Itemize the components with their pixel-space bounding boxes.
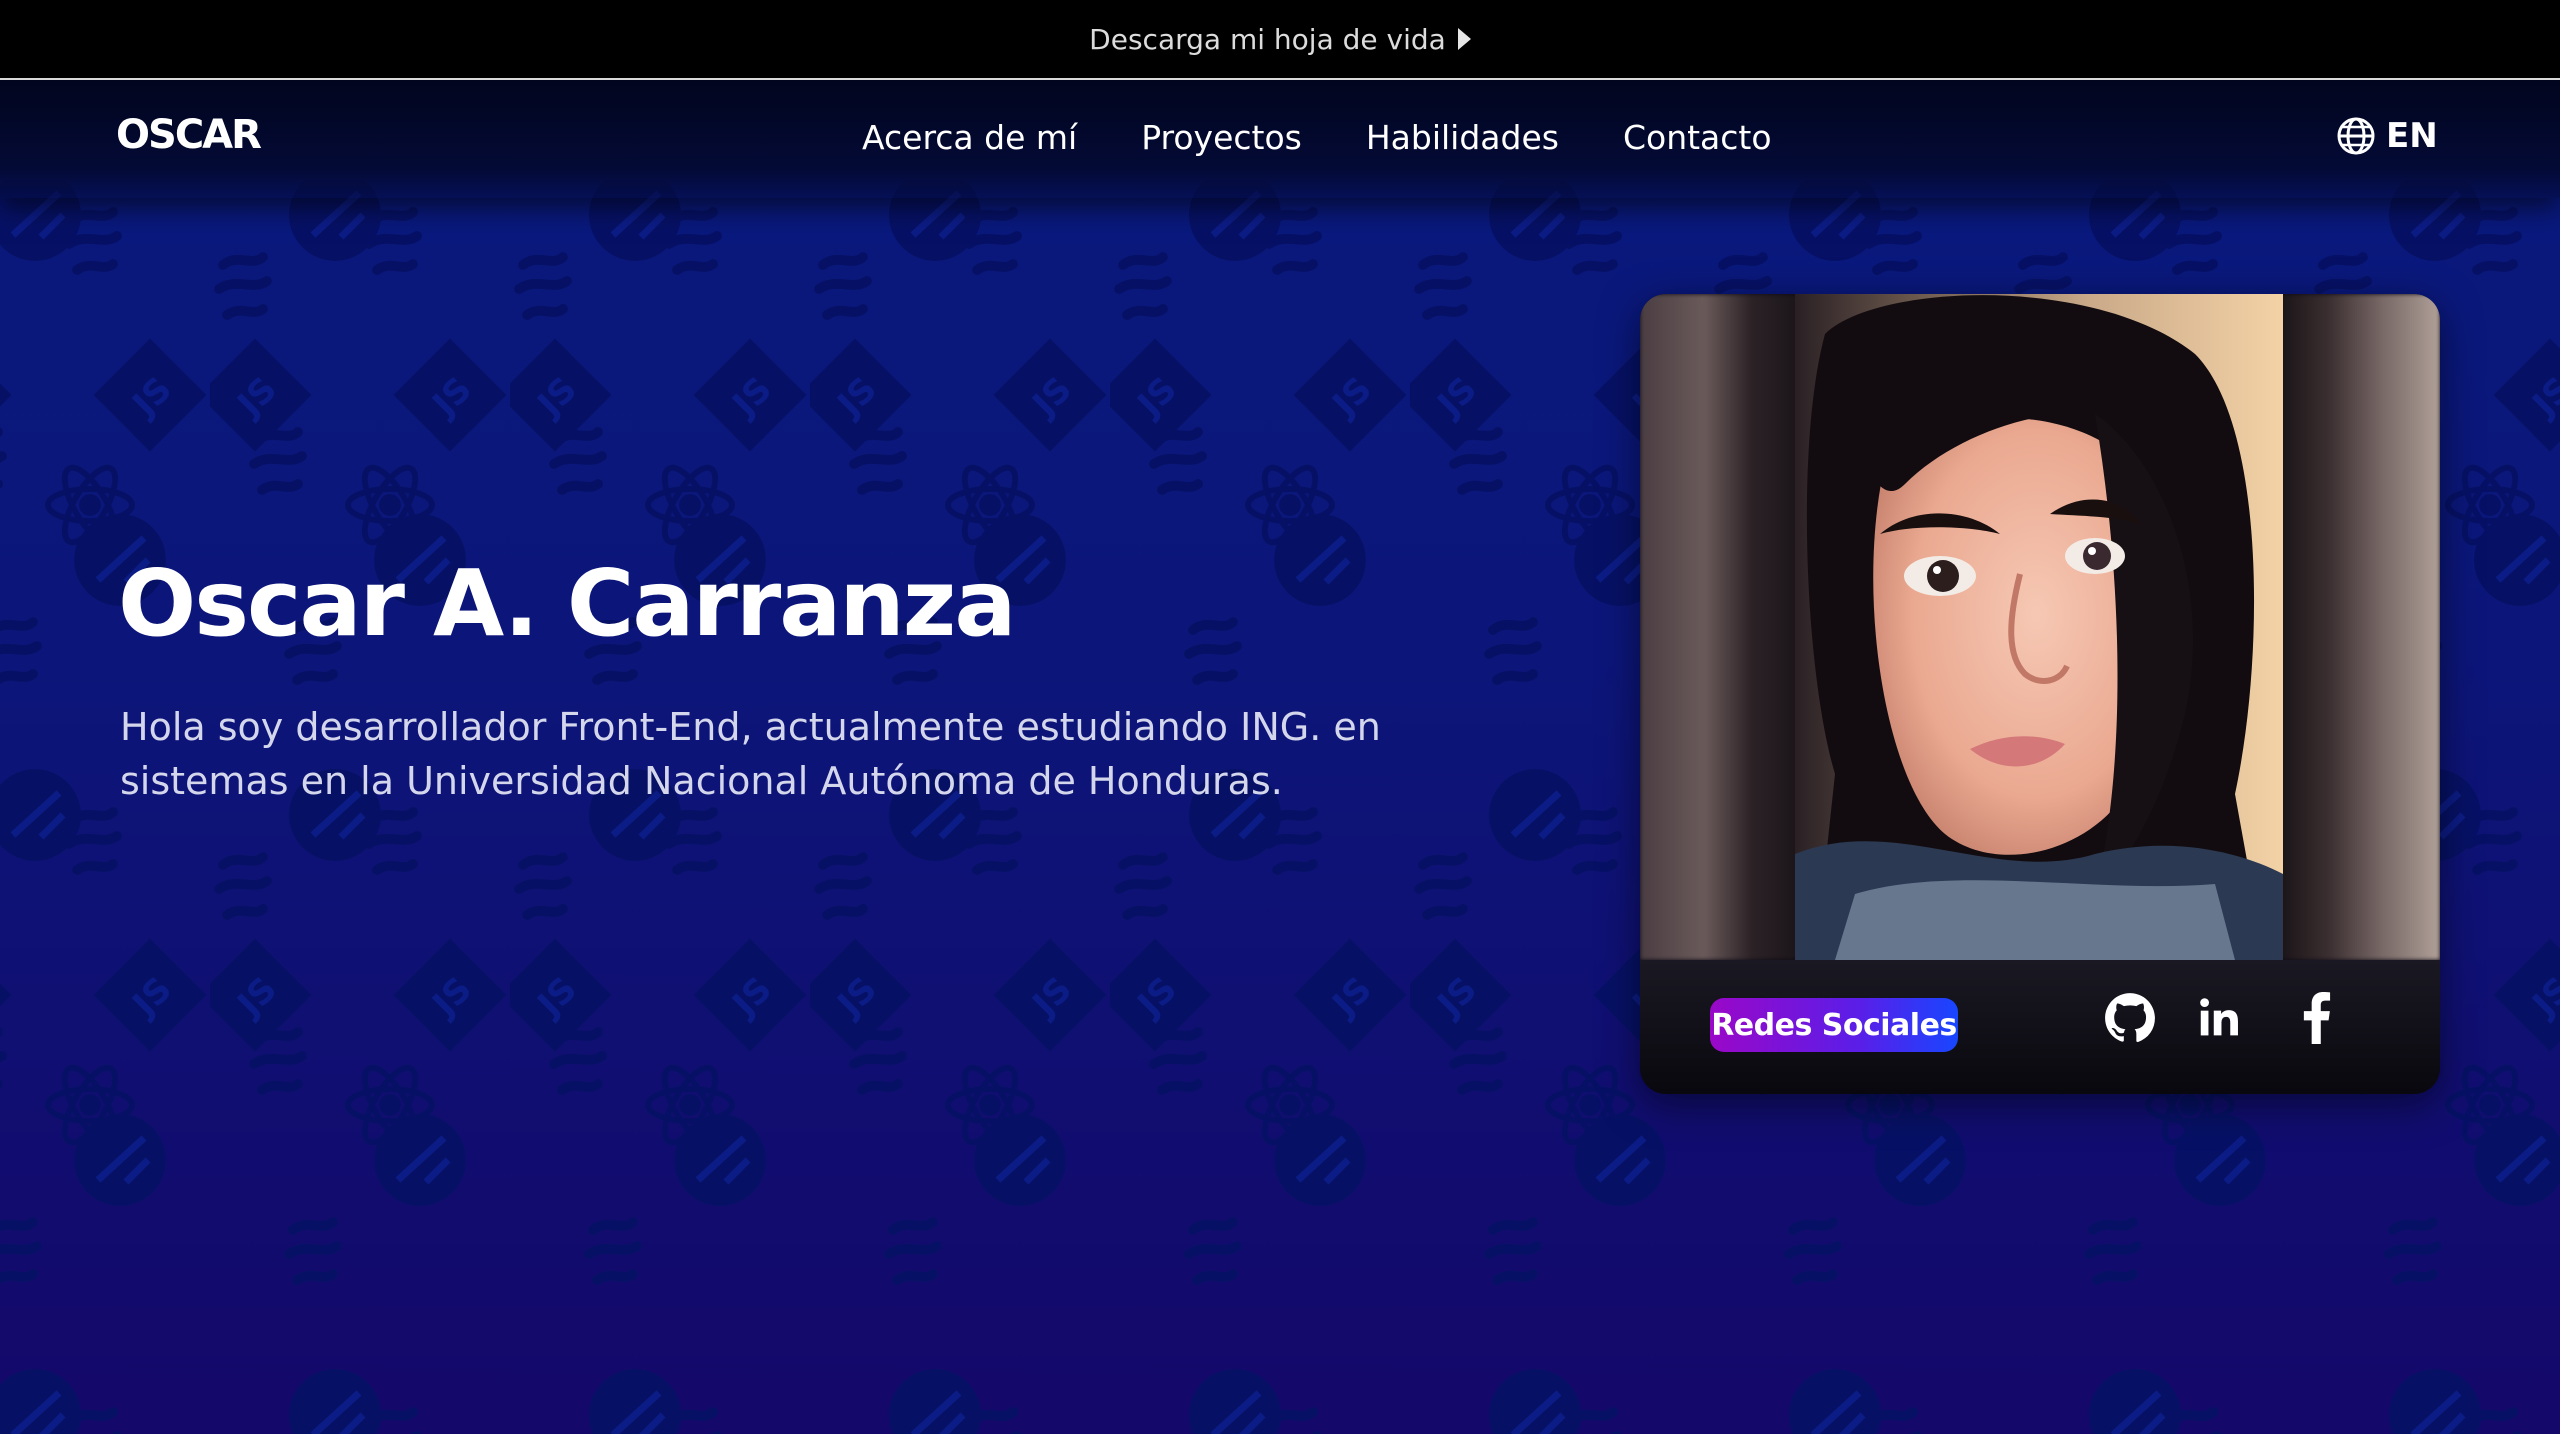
profile-card: Redes Sociales [1640, 294, 2440, 1094]
nav-links: Acerca de mí Proyectos Habilidades Conta… [862, 118, 1772, 157]
globe-icon [2337, 117, 2375, 155]
navbar: OSCAR Acerca de mí Proyectos Habilidades… [0, 80, 2560, 198]
language-switcher[interactable]: EN [2336, 116, 2438, 156]
page: JS Descarga mi hoja de v [0, 0, 2560, 1434]
language-label: EN [2386, 116, 2438, 156]
card-footer: Redes Sociales [1640, 960, 2440, 1094]
facebook-icon[interactable] [2288, 990, 2344, 1046]
nav-link-skills[interactable]: Habilidades [1366, 118, 1559, 157]
play-arrow-icon [1457, 28, 1471, 50]
hero-description: Hola soy desarrollador Front-End, actual… [120, 705, 1381, 803]
download-cv-label: Descarga mi hoja de vida [1089, 22, 1446, 56]
social-networks-badge: Redes Sociales [1710, 998, 1958, 1052]
profile-photo [1795, 294, 2283, 960]
hero-name: Oscar A. Carranza [118, 550, 1016, 657]
download-cv-banner[interactable]: Descarga mi hoja de vida [0, 0, 2560, 80]
nav-link-projects[interactable]: Proyectos [1141, 118, 1302, 157]
nav-link-contact[interactable]: Contacto [1623, 118, 1772, 157]
linkedin-icon[interactable] [2192, 990, 2248, 1046]
github-icon[interactable] [2102, 990, 2158, 1046]
nav-link-about[interactable]: Acerca de mí [862, 118, 1077, 157]
logo[interactable]: OSCAR [116, 112, 262, 158]
page-bottom-edge [0, 1434, 2560, 1440]
